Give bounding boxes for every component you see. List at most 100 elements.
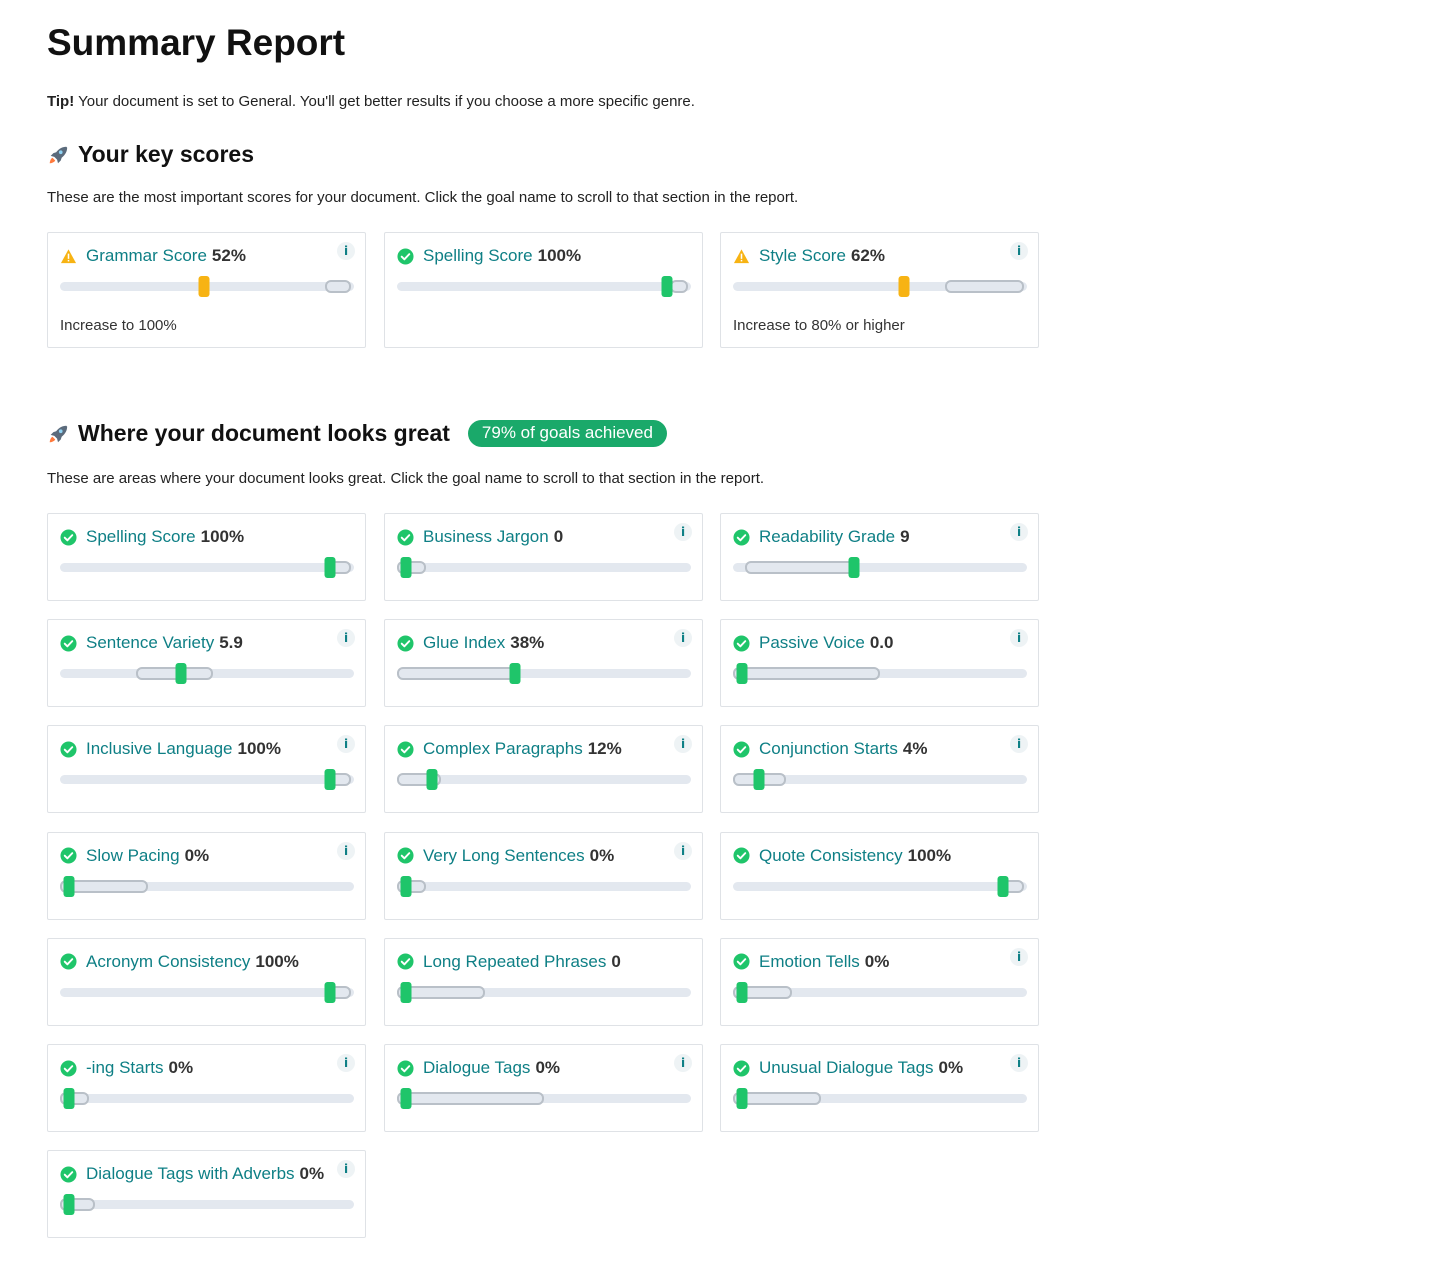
goal-heading: Spelling Score 100%	[397, 246, 581, 266]
goal-name-link[interactable]: Sentence Variety	[86, 633, 214, 653]
goal-name-link[interactable]: Glue Index	[423, 633, 505, 653]
score-card: Style Score 62% i Increase to 80% or higher	[720, 232, 1039, 348]
info-icon[interactable]: i	[674, 1054, 692, 1072]
score-card: Sentence Variety 5.9 i	[47, 619, 366, 708]
score-track	[60, 1194, 354, 1216]
goal-value: 0%	[299, 1164, 325, 1184]
goal-name-link[interactable]: Spelling Score	[86, 527, 196, 547]
score-card: Unusual Dialogue Tags 0% i	[720, 1044, 1039, 1132]
info-icon[interactable]: i	[674, 735, 692, 754]
goal-name-link[interactable]: Dialogue Tags	[423, 1058, 530, 1078]
check-circle-icon	[733, 847, 750, 864]
score-marker	[400, 1088, 412, 1109]
goal-value: 0%	[535, 1058, 561, 1077]
check-circle-icon	[733, 953, 750, 970]
score-track	[60, 1088, 354, 1109]
check-circle-icon	[60, 847, 77, 864]
score-track	[733, 557, 1027, 578]
info-icon[interactable]: i	[1010, 735, 1028, 754]
score-marker	[736, 663, 748, 685]
goal-heading: Passive Voice 0.0	[733, 633, 893, 653]
goal-heading: Quote Consistency 100%	[733, 846, 951, 866]
info-icon[interactable]: i	[674, 629, 692, 648]
check-circle-icon	[60, 741, 77, 758]
great-title: Where your document looks great	[78, 420, 450, 446]
check-circle-icon	[60, 635, 77, 652]
goal-name-link[interactable]: Dialogue Tags with Adverbs	[86, 1164, 295, 1184]
goal-heading: Long Repeated Phrases 0	[397, 952, 621, 972]
info-icon[interactable]: i	[1010, 629, 1028, 648]
key-scores-heading: Your key scores	[47, 141, 254, 168]
info-icon[interactable]: i	[1010, 947, 1028, 966]
goal-heading: Readability Grade 9	[733, 527, 910, 547]
goal-heading: Spelling Score 100%	[60, 527, 244, 547]
info-icon[interactable]: i	[337, 735, 355, 754]
goal-value: 0%	[864, 951, 890, 971]
info-icon[interactable]: i	[1010, 242, 1028, 260]
score-marker	[753, 769, 765, 791]
goal-name-link[interactable]: Slow Pacing	[86, 846, 180, 866]
goal-name-link[interactable]: Unusual Dialogue Tags	[759, 1058, 934, 1078]
score-card: Acronym Consistency 100%	[47, 937, 366, 1026]
goal-name-link[interactable]: Long Repeated Phrases	[423, 952, 606, 972]
goal-value: 0.0	[869, 633, 894, 653]
goal-heading: Complex Paragraphs 12%	[397, 739, 622, 759]
info-icon[interactable]: i	[674, 841, 692, 860]
score-card: Readability Grade 9 i	[720, 513, 1039, 601]
score-marker	[400, 557, 412, 578]
goal-name-link[interactable]: Emotion Tells	[759, 952, 860, 972]
score-marker	[509, 663, 521, 685]
score-track	[733, 981, 1027, 1003]
info-icon[interactable]: i	[1010, 1054, 1028, 1072]
score-marker	[661, 276, 673, 297]
goal-name-link[interactable]: Business Jargon	[423, 527, 549, 547]
score-card: Emotion Tells 0% i	[720, 937, 1039, 1026]
goal-value: 4%	[902, 739, 928, 759]
goal-name-link[interactable]: Readability Grade	[759, 527, 895, 547]
score-track	[397, 981, 691, 1003]
target-range	[397, 1092, 544, 1105]
score-marker	[324, 769, 336, 791]
info-icon[interactable]: i	[337, 841, 355, 860]
goal-name-link[interactable]: Acronym Consistency	[86, 952, 250, 972]
goal-value: 0	[611, 951, 621, 971]
goal-name-link[interactable]: Passive Voice	[759, 633, 865, 653]
check-circle-icon	[733, 635, 750, 652]
goal-name-link[interactable]: Style Score	[759, 246, 846, 266]
score-card: Dialogue Tags 0% i	[384, 1044, 703, 1132]
goal-value: 100%	[907, 845, 952, 865]
goal-name-link[interactable]: Inclusive Language	[86, 739, 233, 759]
goal-value: 0%	[938, 1058, 964, 1077]
check-circle-icon	[733, 528, 750, 546]
info-icon[interactable]: i	[337, 1160, 355, 1179]
goal-name-link[interactable]: Grammar Score	[86, 246, 207, 266]
check-circle-icon	[60, 1166, 77, 1183]
goal-name-link[interactable]: Complex Paragraphs	[423, 739, 583, 759]
info-icon[interactable]: i	[1010, 523, 1028, 541]
great-heading: Where your document looks great 79% of g…	[47, 420, 667, 447]
goal-name-link[interactable]: Quote Consistency	[759, 846, 903, 866]
info-icon[interactable]: i	[337, 629, 355, 648]
target-range	[397, 667, 515, 681]
goal-name-link[interactable]: Very Long Sentences	[423, 846, 585, 866]
score-track	[397, 769, 691, 791]
score-track	[733, 769, 1027, 791]
goal-name-link[interactable]: -ing Starts	[86, 1058, 163, 1078]
score-card: Complex Paragraphs 12% i	[384, 725, 703, 814]
goal-heading: Conjunction Starts 4%	[733, 739, 927, 759]
score-card: -ing Starts 0% i	[47, 1044, 366, 1132]
goal-value: 100%	[255, 951, 299, 971]
goal-name-link[interactable]: Spelling Score	[423, 246, 533, 266]
goal-name-link[interactable]: Conjunction Starts	[759, 739, 898, 759]
goal-value: 12%	[587, 739, 622, 759]
goal-value: 0%	[589, 845, 615, 865]
goal-hint: Increase to 80% or higher	[733, 317, 905, 334]
info-icon[interactable]: i	[337, 242, 355, 260]
info-icon[interactable]: i	[337, 1054, 355, 1072]
target-range	[324, 280, 352, 293]
check-circle-icon	[397, 1059, 414, 1077]
info-icon[interactable]: i	[674, 523, 692, 541]
goal-heading: Business Jargon 0	[397, 527, 563, 547]
score-card: Spelling Score 100%	[47, 513, 366, 601]
check-circle-icon	[60, 528, 77, 546]
